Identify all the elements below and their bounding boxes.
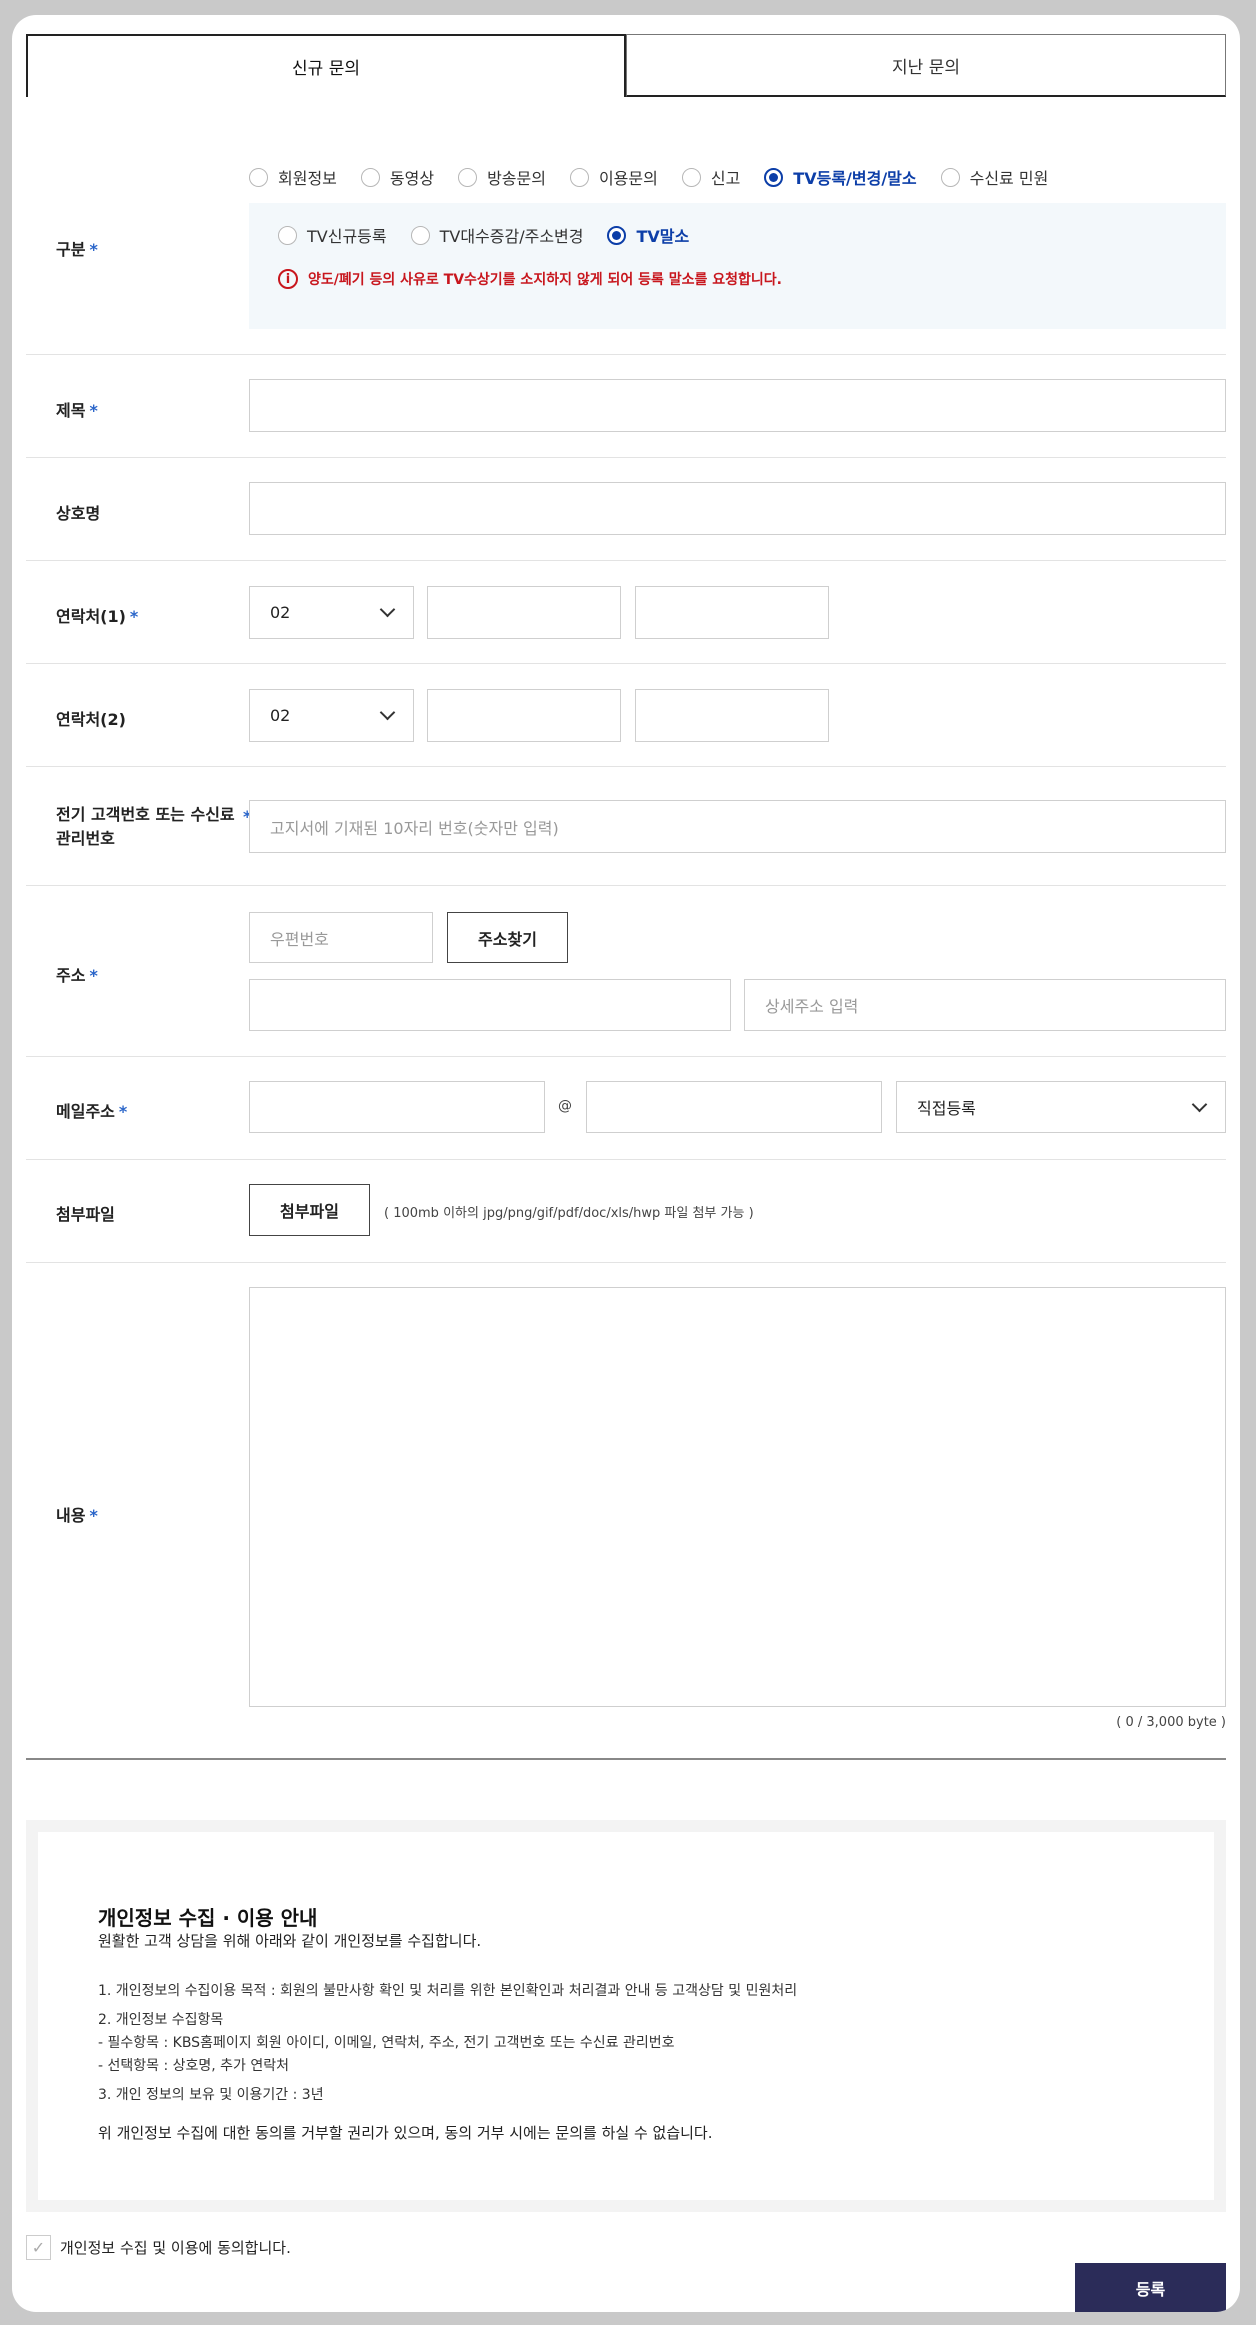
privacy-notice: 개인정보 수집 · 이용 안내 원활한 고객 상담을 위해 아래와 같이 개인정…: [26, 1820, 1226, 2212]
divider: [26, 457, 1226, 458]
divider: [26, 560, 1226, 561]
attach-file-button[interactable]: 첨부파일: [249, 1184, 370, 1236]
privacy-item: 3. 개인 정보의 보유 및 이용기간 : 3년: [98, 2087, 324, 2103]
form-end-divider: [26, 1758, 1226, 1760]
customer-no-label: 전기 고객번호 또는 수신료 관리번호: [56, 805, 235, 848]
byte-counter: ( 0 / 3,000 byte ): [1116, 1715, 1226, 1730]
inquiry-form-card: 신규 문의 지난 문의 구분 * 회원정보 동영상 방송문의 이용문의 신고 TV…: [12, 15, 1240, 2312]
contact1-label: 연락처(1) *: [56, 607, 139, 626]
radio-video[interactable]: 동영상: [360, 165, 434, 189]
radio-usage[interactable]: 이용문의: [569, 165, 658, 189]
divider: [26, 354, 1226, 355]
radio-report[interactable]: 신고: [681, 165, 740, 189]
agree-label: 개인정보 수집 및 이용에 동의합니다.: [60, 2239, 291, 2257]
check-icon: ✓: [31, 2238, 46, 2257]
divider: [26, 885, 1226, 886]
at-sign: @: [558, 1098, 572, 1114]
radio-tv-change[interactable]: TV대수증감/주소변경: [410, 223, 583, 247]
privacy-title: 개인정보 수집 · 이용 안내: [98, 1906, 318, 1930]
address-label: 주소 *: [56, 966, 98, 985]
radio-tv-new[interactable]: TV신규등록: [278, 223, 387, 247]
category-radio-group: 회원정보 동영상 방송문의 이용문의 신고 TV등록/변경/말소 수신료 민원: [249, 165, 1072, 189]
address-main-input[interactable]: [249, 979, 731, 1031]
zipcode-input[interactable]: 우편번호: [249, 912, 433, 963]
chevron-down-icon: [379, 704, 396, 721]
agree-checkbox[interactable]: ✓: [26, 2235, 51, 2260]
radio-tv-cancel[interactable]: TV말소: [607, 223, 689, 247]
radio-fee-complaint[interactable]: 수신료 민원: [940, 165, 1048, 189]
privacy-notice-text: 위 개인정보 수집에 대한 동의를 거부할 권리가 있으며, 동의 거부 시에는…: [98, 2124, 713, 2142]
email-id-input[interactable]: [249, 1081, 545, 1133]
attachment-note: ( 100mb 이하의 jpg/png/gif/pdf/doc/xls/hwp …: [384, 1206, 754, 1221]
content-textarea[interactable]: [249, 1287, 1226, 1707]
privacy-intro: 원활한 고객 상담을 위해 아래와 같이 개인정보를 수집합니다.: [98, 1932, 482, 1950]
tab-new-inquiry[interactable]: 신규 문의: [26, 34, 626, 97]
customer-no-input[interactable]: 고지서에 기재된 10자리 번호(숫자만 입력): [249, 800, 1226, 853]
divider: [26, 1056, 1226, 1057]
email-domain-select[interactable]: 직접등록: [896, 1081, 1226, 1133]
contact1-last-input[interactable]: [635, 586, 829, 639]
title-input[interactable]: [249, 379, 1226, 432]
contact2-area-select[interactable]: 02: [249, 689, 414, 742]
privacy-item: - 선택항목 : 상호명, 추가 연락처: [98, 2058, 290, 2074]
contact2-last-input[interactable]: [635, 689, 829, 742]
email-label: 메일주소 *: [56, 1102, 128, 1121]
contact1-middle-input[interactable]: [427, 586, 621, 639]
submit-button[interactable]: 등록: [1075, 2263, 1226, 2312]
divider: [26, 663, 1226, 664]
contact2-label: 연락처(2): [56, 710, 126, 729]
contact1-area-select[interactable]: 02: [249, 586, 414, 639]
company-input[interactable]: [249, 482, 1226, 535]
info-icon: i: [278, 269, 298, 289]
radio-member-info[interactable]: 회원정보: [249, 165, 337, 189]
title-label: 제목 *: [56, 401, 98, 420]
attachment-label: 첨부파일: [56, 1205, 115, 1224]
chevron-down-icon: [1191, 1096, 1208, 1112]
address-search-button[interactable]: 주소찾기: [447, 912, 568, 963]
privacy-item: 2. 개인정보 수집항목: [98, 2012, 224, 2028]
tab-past-inquiry[interactable]: 지난 문의: [626, 34, 1226, 97]
contact2-middle-input[interactable]: [427, 689, 621, 742]
tv-sub-options-box: TV신규등록 TV대수증감/주소변경 TV말소 i 양도/폐기 등의 사유로 T…: [249, 203, 1226, 329]
privacy-item: - 필수항목 : KBS홈페이지 회원 아이디, 이메일, 연락처, 주소, 전…: [98, 2035, 675, 2051]
company-label: 상호명: [56, 504, 101, 523]
privacy-notice-inner: 개인정보 수집 · 이용 안내 원활한 고객 상담을 위해 아래와 같이 개인정…: [38, 1832, 1214, 2200]
warning-message: i 양도/폐기 등의 사유로 TV수상기를 소지하지 않게 되어 등록 말소를 …: [278, 269, 782, 289]
email-domain-input[interactable]: [586, 1081, 882, 1133]
radio-tv-registration[interactable]: TV등록/변경/말소: [764, 165, 917, 189]
category-label: 구분 *: [56, 240, 98, 259]
chevron-down-icon: [379, 601, 396, 618]
radio-broadcast[interactable]: 방송문의: [458, 165, 546, 189]
divider: [26, 1262, 1226, 1263]
tv-sub-radio-group: TV신규등록 TV대수증감/주소변경 TV말소: [278, 223, 713, 247]
content-label: 내용 *: [56, 1506, 98, 1525]
divider: [26, 1159, 1226, 1160]
divider: [26, 766, 1226, 767]
privacy-item: 1. 개인정보의 수집이용 목적 : 회원의 불만사항 확인 및 처리를 위한 …: [98, 1983, 798, 1999]
address-detail-input[interactable]: 상세주소 입력: [744, 979, 1226, 1031]
